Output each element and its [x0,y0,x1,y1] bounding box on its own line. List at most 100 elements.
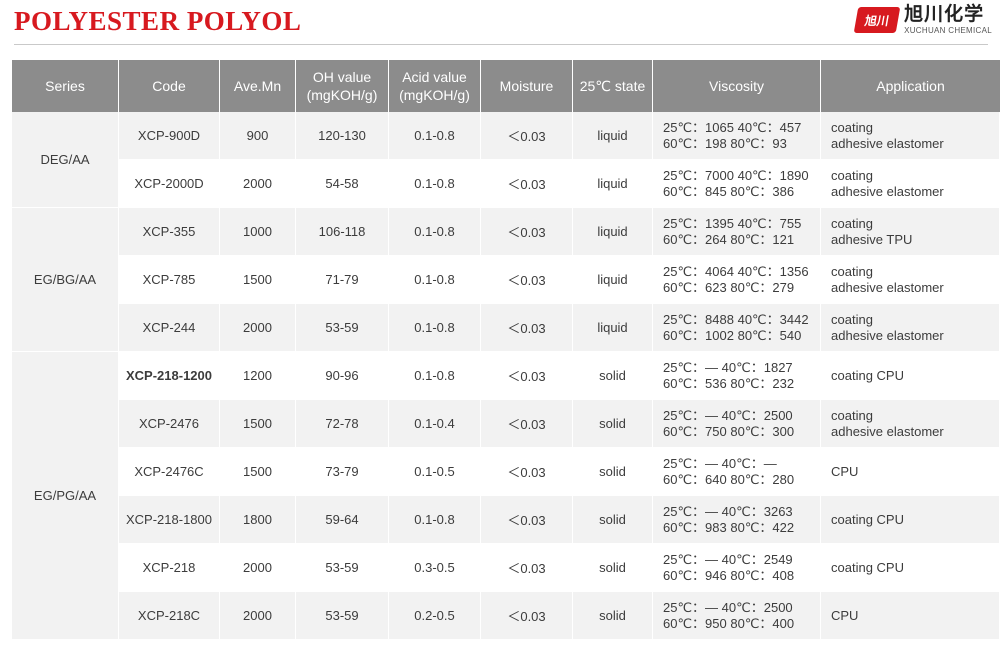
code-cell: XCP-900D [119,112,220,160]
moisture-cell: ＜0.03 [481,400,573,448]
acid-value-cell: 0.1-0.8 [389,256,481,304]
application-cell: coating adhesive elastomer [821,304,1000,352]
viscosity-line-1: 25℃：4064 40℃：1356 [663,263,809,279]
viscosity-line-1: 25℃：— 40℃：1827 [663,359,793,375]
viscosity-cell: 25℃：— 40℃：2500 60℃：750 80℃：300 [653,400,821,448]
viscosity-cell: 25℃：4064 40℃：1356 60℃：623 80℃：279 [653,256,821,304]
application-cell: coating adhesive elastomer [821,112,1000,160]
oh-value-cell: 59-64 [296,496,389,544]
state-cell: solid [573,400,653,448]
code-cell: XCP-244 [119,304,220,352]
moisture-cell: ＜0.03 [481,352,573,400]
application-line-1: CPU [831,607,859,623]
acid-value-cell: 0.1-0.5 [389,448,481,496]
code-cell: XCP-785 [119,256,220,304]
state-cell: liquid [573,208,653,256]
moisture-cell: ＜0.03 [481,208,573,256]
state-cell: solid [573,448,653,496]
moisture-cell: ＜0.03 [481,112,573,160]
state-cell: solid [573,352,653,400]
acid-value-cell: 0.1-0.8 [389,112,481,160]
acid-value-cell: 0.2-0.5 [389,592,481,640]
state-cell: liquid [573,304,653,352]
application-line-1: coating [831,119,873,135]
header-oh-value: OH value (mgKOH/g) [296,60,389,112]
application-line-2: adhesive elastomer [831,279,944,295]
oh-value-cell: 106-118 [296,208,389,256]
viscosity-line-2: 60℃：950 80℃：400 [663,615,795,631]
state-cell: solid [573,496,653,544]
logo-badge-icon: 旭川 [853,7,901,33]
application-cell: coating CPU [821,352,1000,400]
acid-value-cell: 0.1-0.8 [389,496,481,544]
mn-cell: 1200 [220,352,296,400]
oh-value-cell: 71-79 [296,256,389,304]
application-line-2: adhesive elastomer [831,183,944,199]
application-cell: coating adhesive elastomer [821,160,1000,208]
mn-cell: 1800 [220,496,296,544]
viscosity-line-1: 25℃：8488 40℃：3442 [663,311,809,327]
moisture-cell: ＜0.03 [481,160,573,208]
table-row: EG/BG/AA XCP-355 1000 106-118 0.1-0.8 ＜0.03 li… [12,208,1000,352]
viscosity-line-1: 25℃：— 40℃：2549 [663,551,793,567]
application-cell: coating adhesive TPU [821,208,1000,256]
oh-value-cell: 53-59 [296,592,389,640]
mn-cell: 2000 [220,592,296,640]
viscosity-line-1: 25℃：7000 40℃：1890 [663,167,809,183]
table-row: XCP-2000D 2000 54-58 0.1-0.8 ＜0.03 liquid 25℃：… [12,160,1000,208]
moisture-cell: ＜0.03 [481,304,573,352]
viscosity-cell: 25℃：— 40℃：2549 60℃：946 80℃：408 [653,544,821,592]
viscosity-cell: 25℃：8488 40℃：3442 60℃：1002 80℃：540 [653,304,821,352]
code-cell: XCP-218-1800 [119,496,220,544]
mn-cell: 2000 [220,544,296,592]
page-title: POLYESTER POLYOL [14,6,302,36]
viscosity-line-2: 60℃：198 80℃：93 [663,135,787,151]
application-cell: coating CPU [821,544,1000,592]
application-line-1: coating CPU [831,511,904,527]
viscosity-line-2: 60℃：623 80℃：279 [663,279,795,295]
acid-value-cell: 0.1-0.4 [389,400,481,448]
table-row: XCP-244 2000 53-59 0.1-0.8 ＜0.03 liquid 25℃：84… [12,304,1000,352]
oh-value-cell: 54-58 [296,160,389,208]
application-line-1: coating [831,167,873,183]
application-line-2: adhesive elastomer [831,135,944,151]
viscosity-cell: 25℃：1395 40℃：755 60℃：264 80℃：121 [653,208,821,256]
acid-value-cell: 0.1-0.8 [389,208,481,256]
viscosity-line-2: 60℃：750 80℃：300 [663,423,795,439]
viscosity-line-1: 25℃：— 40℃：2500 [663,407,793,423]
viscosity-line-2: 60℃：640 80℃：280 [663,471,795,487]
application-cell: coating CPU [821,496,1000,544]
code-cell: XCP-2000D [119,160,220,208]
table-row: XCP-218-1800 1800 59-64 0.1-0.8 ＜0.03 solid 25… [12,496,1000,544]
moisture-cell: ＜0.03 [481,592,573,640]
code-cell: XCP-2476C [119,448,220,496]
viscosity-line-1: 25℃：1395 40℃：755 [663,215,802,231]
header-moisture: Moisture [481,60,573,112]
viscosity-line-2: 60℃：946 80℃：408 [663,567,795,583]
moisture-cell: ＜0.03 [481,544,573,592]
mn-cell: 1500 [220,400,296,448]
mn-cell: 900 [220,112,296,160]
code-cell: XCP-355 [119,208,220,256]
company-logo: 旭川 旭川化学 XUCHUAN CHEMICAL [853,5,992,35]
code-cell: XCP-218-1200 [119,352,220,400]
mn-cell: 1500 [220,448,296,496]
state-cell: solid [573,544,653,592]
oh-value-cell: 120-130 [296,112,389,160]
header-code: Code [119,60,220,112]
mn-cell: 2000 [220,304,296,352]
viscosity-cell: 25℃：— 40℃：3263 60℃：983 80℃：422 [653,496,821,544]
oh-value-cell: 90-96 [296,352,389,400]
table-row: XCP-785 1500 71-79 0.1-0.8 ＜0.03 liquid 25℃：40… [12,256,1000,304]
table-row: XCP-218 2000 53-59 0.3-0.5 ＜0.03 solid 25℃：— 4… [12,544,1000,592]
viscosity-cell: 25℃：— 40℃：2500 60℃：950 80℃：400 [653,592,821,640]
mn-cell: 1000 [220,208,296,256]
application-cell: CPU [821,592,1000,640]
viscosity-cell: 25℃：— 40℃：1827 60℃：536 80℃：232 [653,352,821,400]
viscosity-line-1: 25℃：— 40℃：— [663,455,777,471]
code-cell: XCP-218 [119,544,220,592]
application-line-1: coating [831,311,873,327]
application-cell: coating adhesive elastomer [821,256,1000,304]
viscosity-line-1: 25℃：— 40℃：3263 [663,503,793,519]
viscosity-cell: 25℃：1065 40℃：457 60℃：198 80℃：93 [653,112,821,160]
